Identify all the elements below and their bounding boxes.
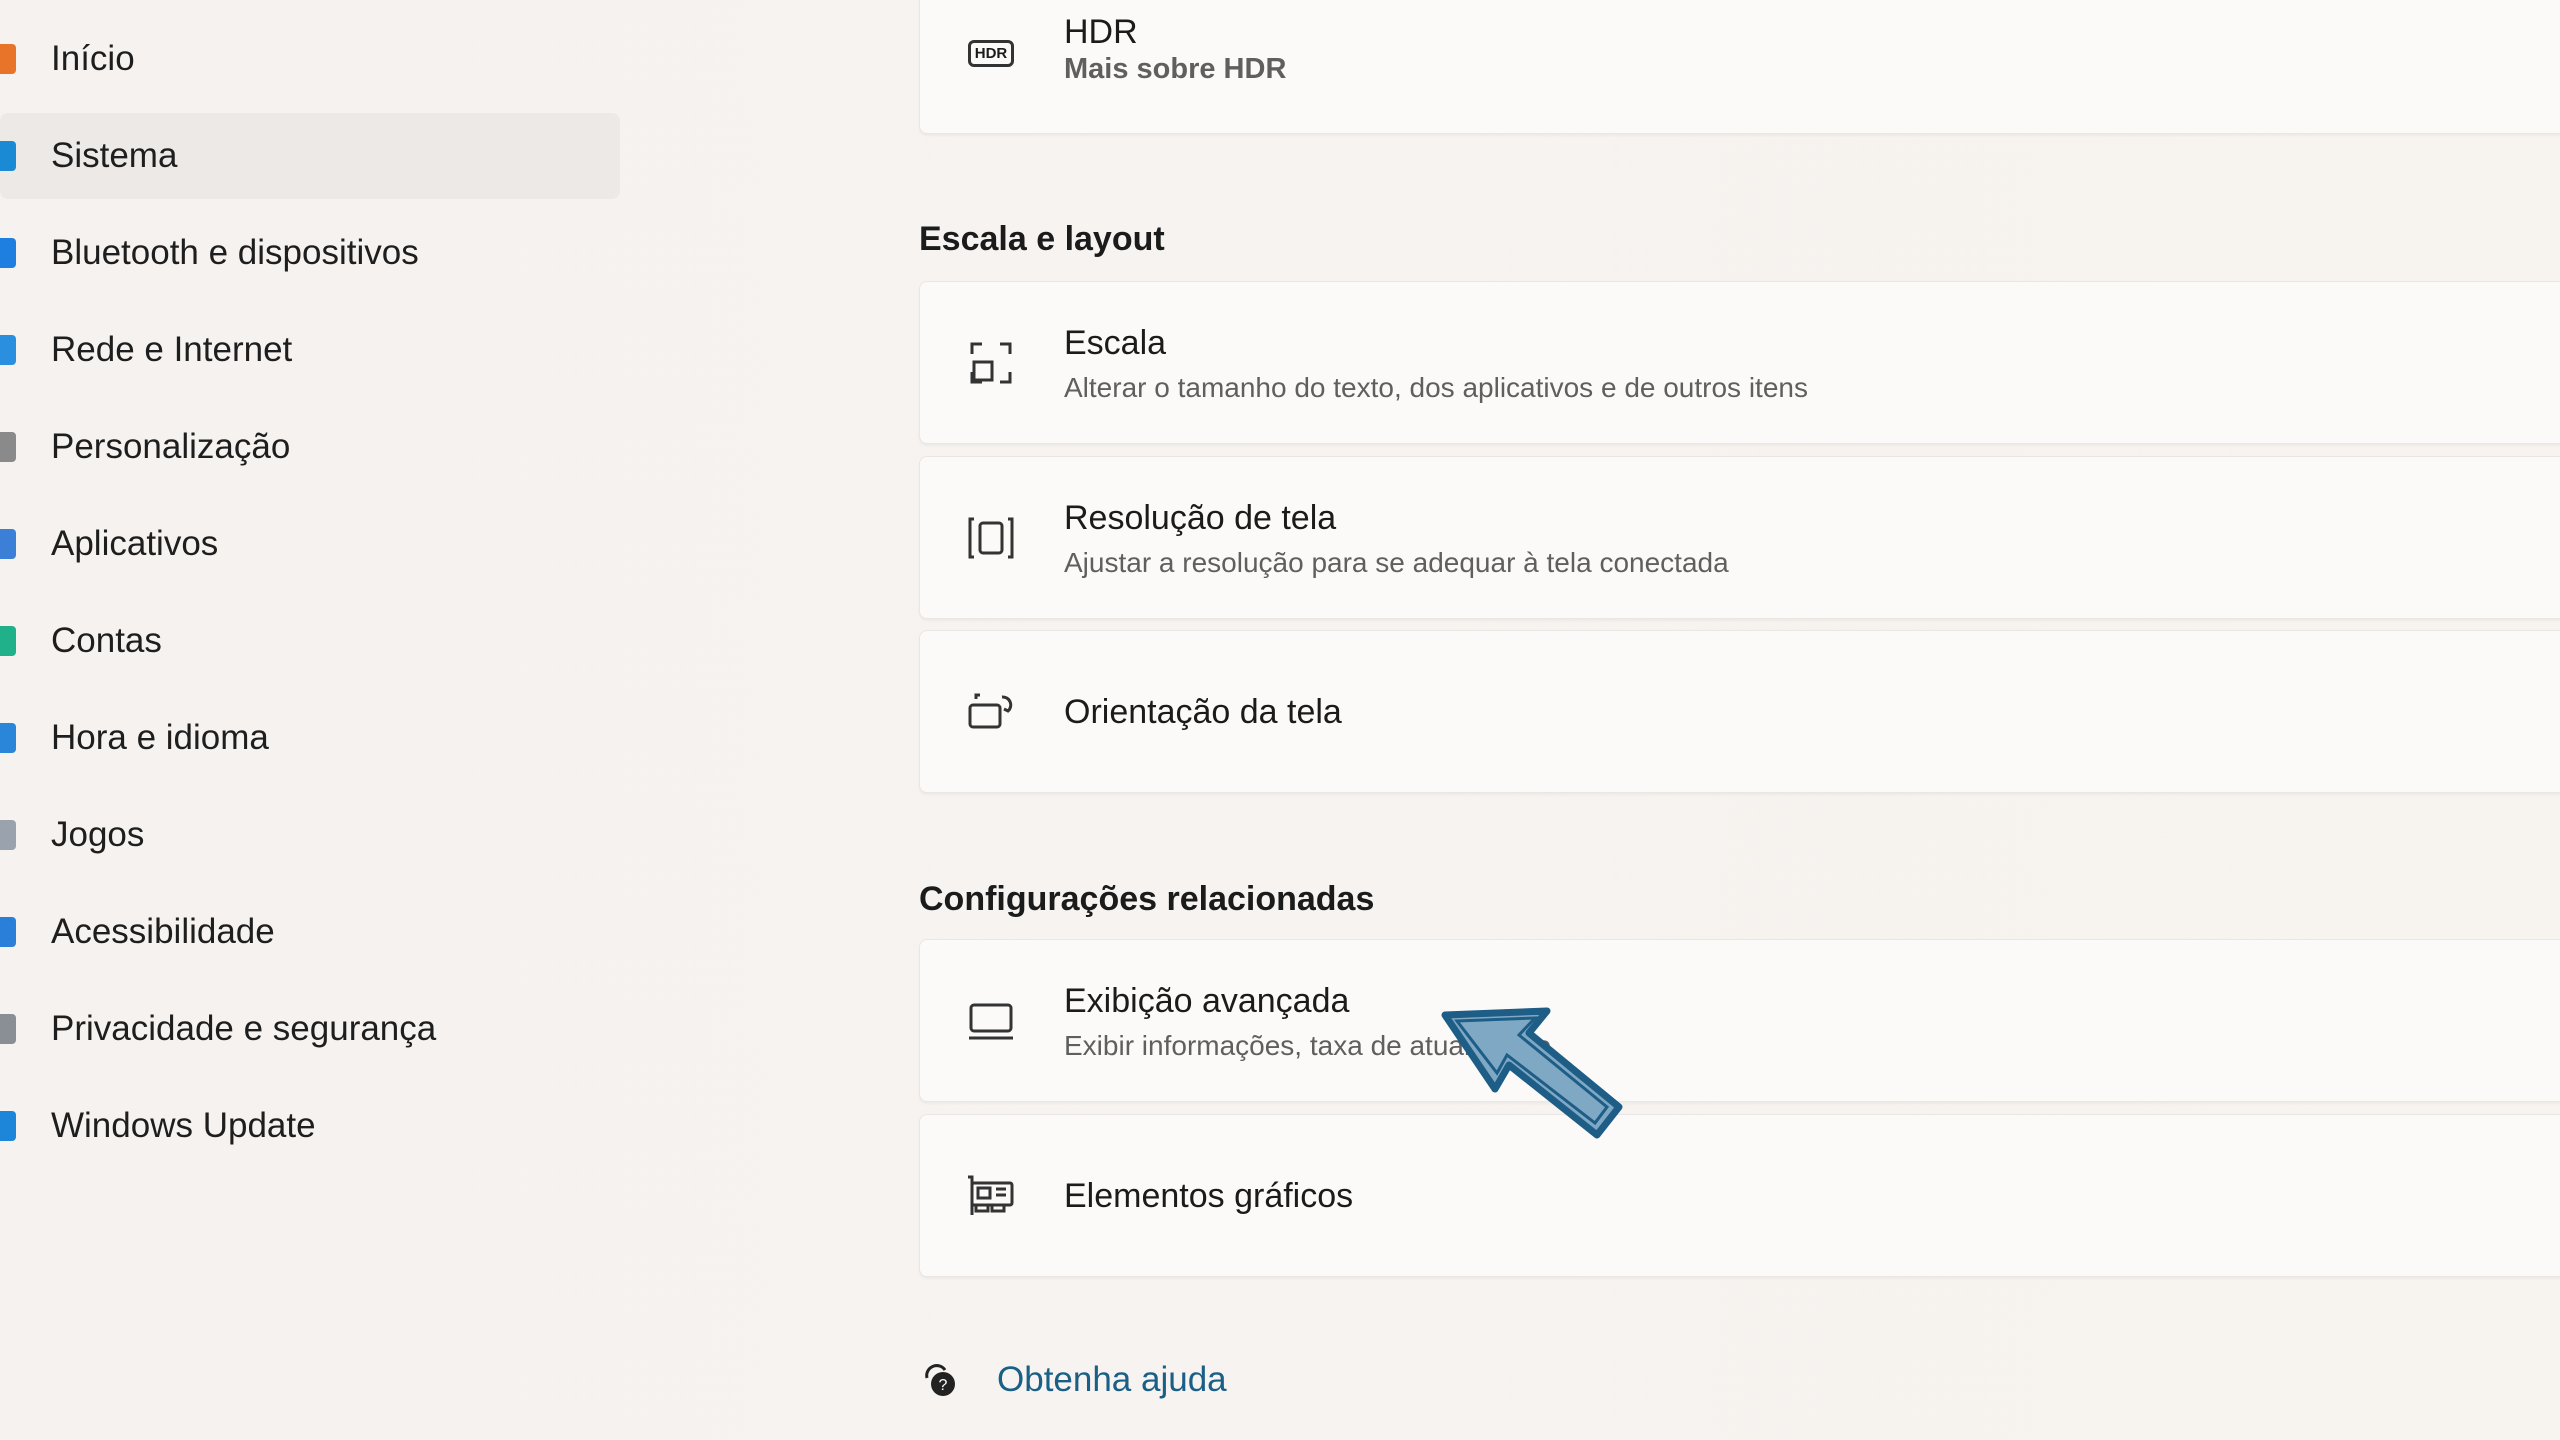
resolution-card[interactable]: Resolução de tela Ajustar a resolução pa… [919,456,2560,619]
time-language-icon [0,723,16,753]
sidebar-item-hora-e-idioma[interactable]: Hora e idioma [0,695,620,781]
orientation-card[interactable]: Orientação da tela [919,630,2560,793]
sidebar-item-rede-e-internet[interactable]: Rede e Internet [0,307,620,393]
privacy-shield-icon [0,1014,16,1044]
scale-icon [966,338,1016,388]
windows-update-icon [0,1111,16,1141]
orientation-title: Orientação da tela [1064,693,1342,731]
accounts-icon [0,626,16,656]
advanced-display-card[interactable]: Exibição avançada Exibir informações, ta… [919,939,2560,1102]
scale-subtitle: Alterar o tamanho do texto, dos aplicati… [1064,372,1808,403]
sidebar-item-acessibilidade[interactable]: Acessibilidade [0,889,620,975]
sidebar-item-label: Bluetooth e dispositivos [51,233,419,272]
bluetooth-icon [0,238,16,268]
sidebar-item-label: Windows Update [51,1106,316,1145]
sidebar-item-label: Aplicativos [51,524,219,563]
resolution-title: Resolução de tela [1064,499,1337,537]
hdr-more-link[interactable]: Mais sobre HDR [1064,53,1286,86]
get-help-label: Obtenha ajuda [997,1360,1227,1399]
hdr-icon: HDR [966,28,1016,78]
sidebar-item-sistema[interactable]: Sistema [0,113,620,199]
accessibility-icon [0,917,16,947]
hdr-title: HDR [1064,13,1138,51]
get-help-link[interactable]: ? Obtenha ajuda [919,1360,1227,1400]
sidebar-item-personaliza-o[interactable]: Personalização [0,404,620,490]
sidebar-item-in-cio[interactable]: Início [0,16,620,102]
sidebar-item-label: Hora e idioma [51,718,269,757]
sidebar-item-label: Rede e Internet [51,330,293,369]
sidebar-item-bluetooth-e-dispositivos[interactable]: Bluetooth e dispositivos [0,210,620,296]
svg-text:?: ? [939,1377,948,1394]
home-icon [0,44,16,74]
hdr-card[interactable]: HDR HDR Mais sobre HDR [919,0,2560,134]
sidebar-item-label: Jogos [51,815,145,854]
apps-icon [0,529,16,559]
graphics-card-icon [966,1171,1016,1221]
sidebar-item-label: Contas [51,621,162,660]
scale-card[interactable]: Escala Alterar o tamanho do texto, dos a… [919,281,2560,444]
graphics-title: Elementos gráficos [1064,1177,1354,1215]
monitor-icon [966,996,1016,1046]
system-icon [0,141,16,171]
cursor-arrow-icon [1437,1007,1627,1152]
sidebar-item-label: Personalização [51,427,291,466]
section-title-related: Configurações relacionadas [919,880,1375,918]
help-chat-icon: ? [919,1360,959,1400]
gaming-icon [0,820,16,850]
section-title-scale-layout: Escala e layout [919,220,1165,258]
sidebar-item-windows-update[interactable]: Windows Update [0,1083,620,1169]
advanced-display-title: Exibição avançada [1064,982,1350,1020]
sidebar-item-label: Acessibilidade [51,912,275,951]
personalization-icon [0,432,16,462]
scale-title: Escala [1064,324,1167,362]
sidebar-item-aplicativos[interactable]: Aplicativos [0,501,620,587]
sidebar-item-label: Sistema [51,136,178,175]
sidebar-item-label: Início [51,39,135,78]
sidebar-item-contas[interactable]: Contas [0,598,620,684]
sidebar-item-jogos[interactable]: Jogos [0,792,620,878]
network-icon [0,335,16,365]
sidebar-item-label: Privacidade e segurança [51,1009,437,1048]
resolution-icon [966,513,1016,563]
graphics-card[interactable]: Elementos gráficos [919,1114,2560,1277]
sidebar-item-privacidade-e-seguran-a[interactable]: Privacidade e segurança [0,986,620,1072]
resolution-subtitle: Ajustar a resolução para se adequar à te… [1064,547,1729,578]
orientation-icon [966,687,1016,737]
